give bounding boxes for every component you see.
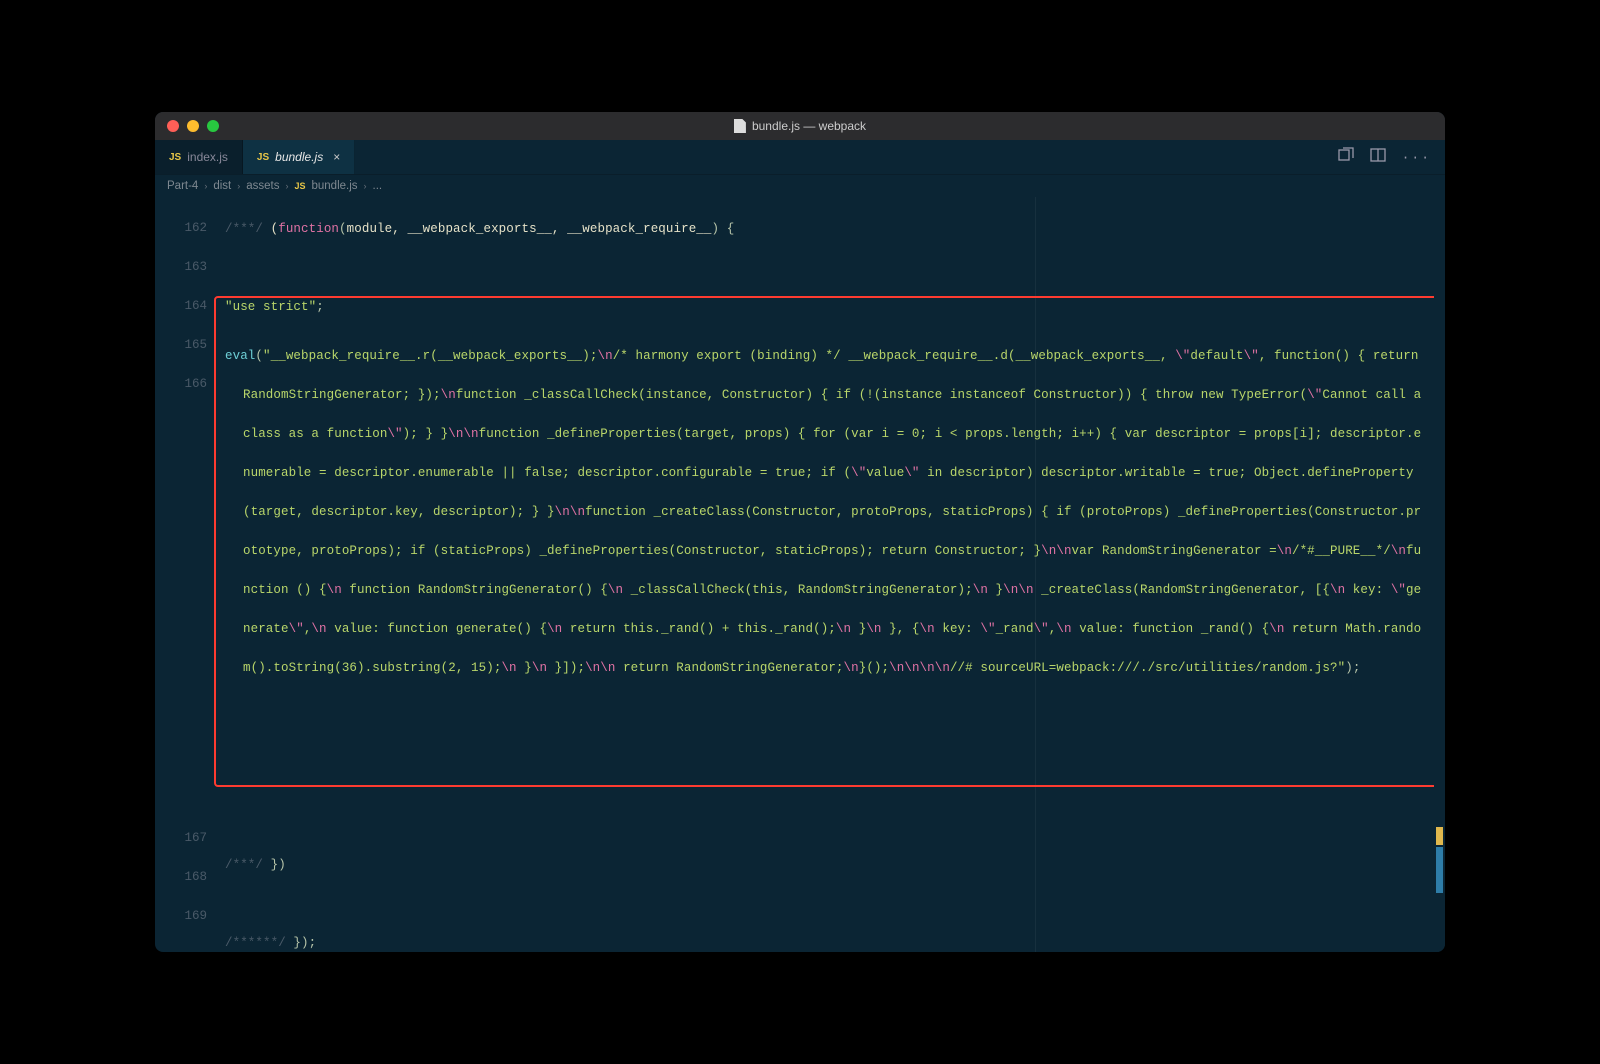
code-line-162: /***/ (function(module, __webpack_export…	[225, 220, 1445, 259]
line-number: 162	[155, 220, 225, 259]
js-badge-icon: JS	[257, 152, 269, 163]
line-number: 164	[155, 298, 225, 337]
code-line-169: /******/ });	[225, 934, 1445, 952]
tab-actions: ···	[1338, 140, 1445, 174]
editor-window: bundle.js — webpack JS index.js JS bundl…	[155, 112, 1445, 952]
line-number: 166	[155, 376, 225, 830]
code-content[interactable]: /***/ (function(module, __webpack_export…	[225, 197, 1445, 952]
line-number: 167	[155, 830, 225, 869]
chevron-right-icon: ›	[204, 181, 207, 191]
overview-ruler[interactable]	[1434, 197, 1445, 952]
breadcrumb-seg[interactable]: bundle.js	[312, 180, 358, 192]
chevron-right-icon: ›	[285, 181, 288, 191]
line-number: 169	[155, 908, 225, 947]
line-number: 165	[155, 337, 225, 376]
chevron-right-icon: ›	[364, 181, 367, 191]
marker-selection-icon	[1436, 847, 1443, 893]
code-line-164: "use strict";	[225, 298, 1445, 337]
chevron-right-icon: ›	[237, 181, 240, 191]
tab-label: index.js	[187, 150, 228, 164]
tab-bar: JS index.js JS bundle.js × ···	[155, 140, 1445, 175]
breadcrumb-seg[interactable]: assets	[246, 180, 279, 192]
window-title: bundle.js — webpack	[734, 119, 866, 133]
close-window-icon[interactable]	[167, 120, 179, 132]
breadcrumb-seg[interactable]: ...	[373, 180, 383, 192]
minimize-window-icon[interactable]	[187, 120, 199, 132]
file-icon	[734, 119, 746, 133]
tab-label: bundle.js	[275, 150, 323, 164]
tab-bundle-js[interactable]: JS bundle.js ×	[243, 140, 355, 174]
window-title-text: bundle.js — webpack	[752, 119, 866, 133]
code-editor[interactable]: 162 163 164 165 166 167 168 169 /***/ (f…	[155, 197, 1445, 952]
more-icon[interactable]: ···	[1402, 150, 1431, 165]
code-line-167: /***/ })	[225, 856, 1445, 895]
titlebar: bundle.js — webpack	[155, 112, 1445, 140]
line-number: 163	[155, 259, 225, 298]
marker-warning-icon	[1436, 827, 1443, 845]
breadcrumb[interactable]: Part-4 › dist › assets › JS bundle.js › …	[155, 175, 1445, 197]
js-badge-icon: JS	[169, 152, 181, 163]
breadcrumb-seg[interactable]: Part-4	[167, 180, 198, 192]
code-line-163	[225, 259, 1445, 298]
code-line-166	[225, 817, 1445, 856]
code-line-165: eval("__webpack_require__.r(__webpack_ex…	[225, 337, 1445, 817]
split-editor-icon[interactable]	[1370, 147, 1386, 167]
js-badge-icon: JS	[294, 181, 305, 191]
close-icon[interactable]: ×	[333, 150, 340, 164]
maximize-window-icon[interactable]	[207, 120, 219, 132]
line-number: 168	[155, 869, 225, 908]
traffic-lights	[155, 120, 219, 132]
tab-index-js[interactable]: JS index.js	[155, 140, 243, 174]
line-number-gutter: 162 163 164 165 166 167 168 169	[155, 197, 225, 952]
breadcrumb-seg[interactable]: dist	[213, 180, 231, 192]
compare-icon[interactable]	[1338, 147, 1354, 167]
code-line-168	[225, 895, 1445, 934]
